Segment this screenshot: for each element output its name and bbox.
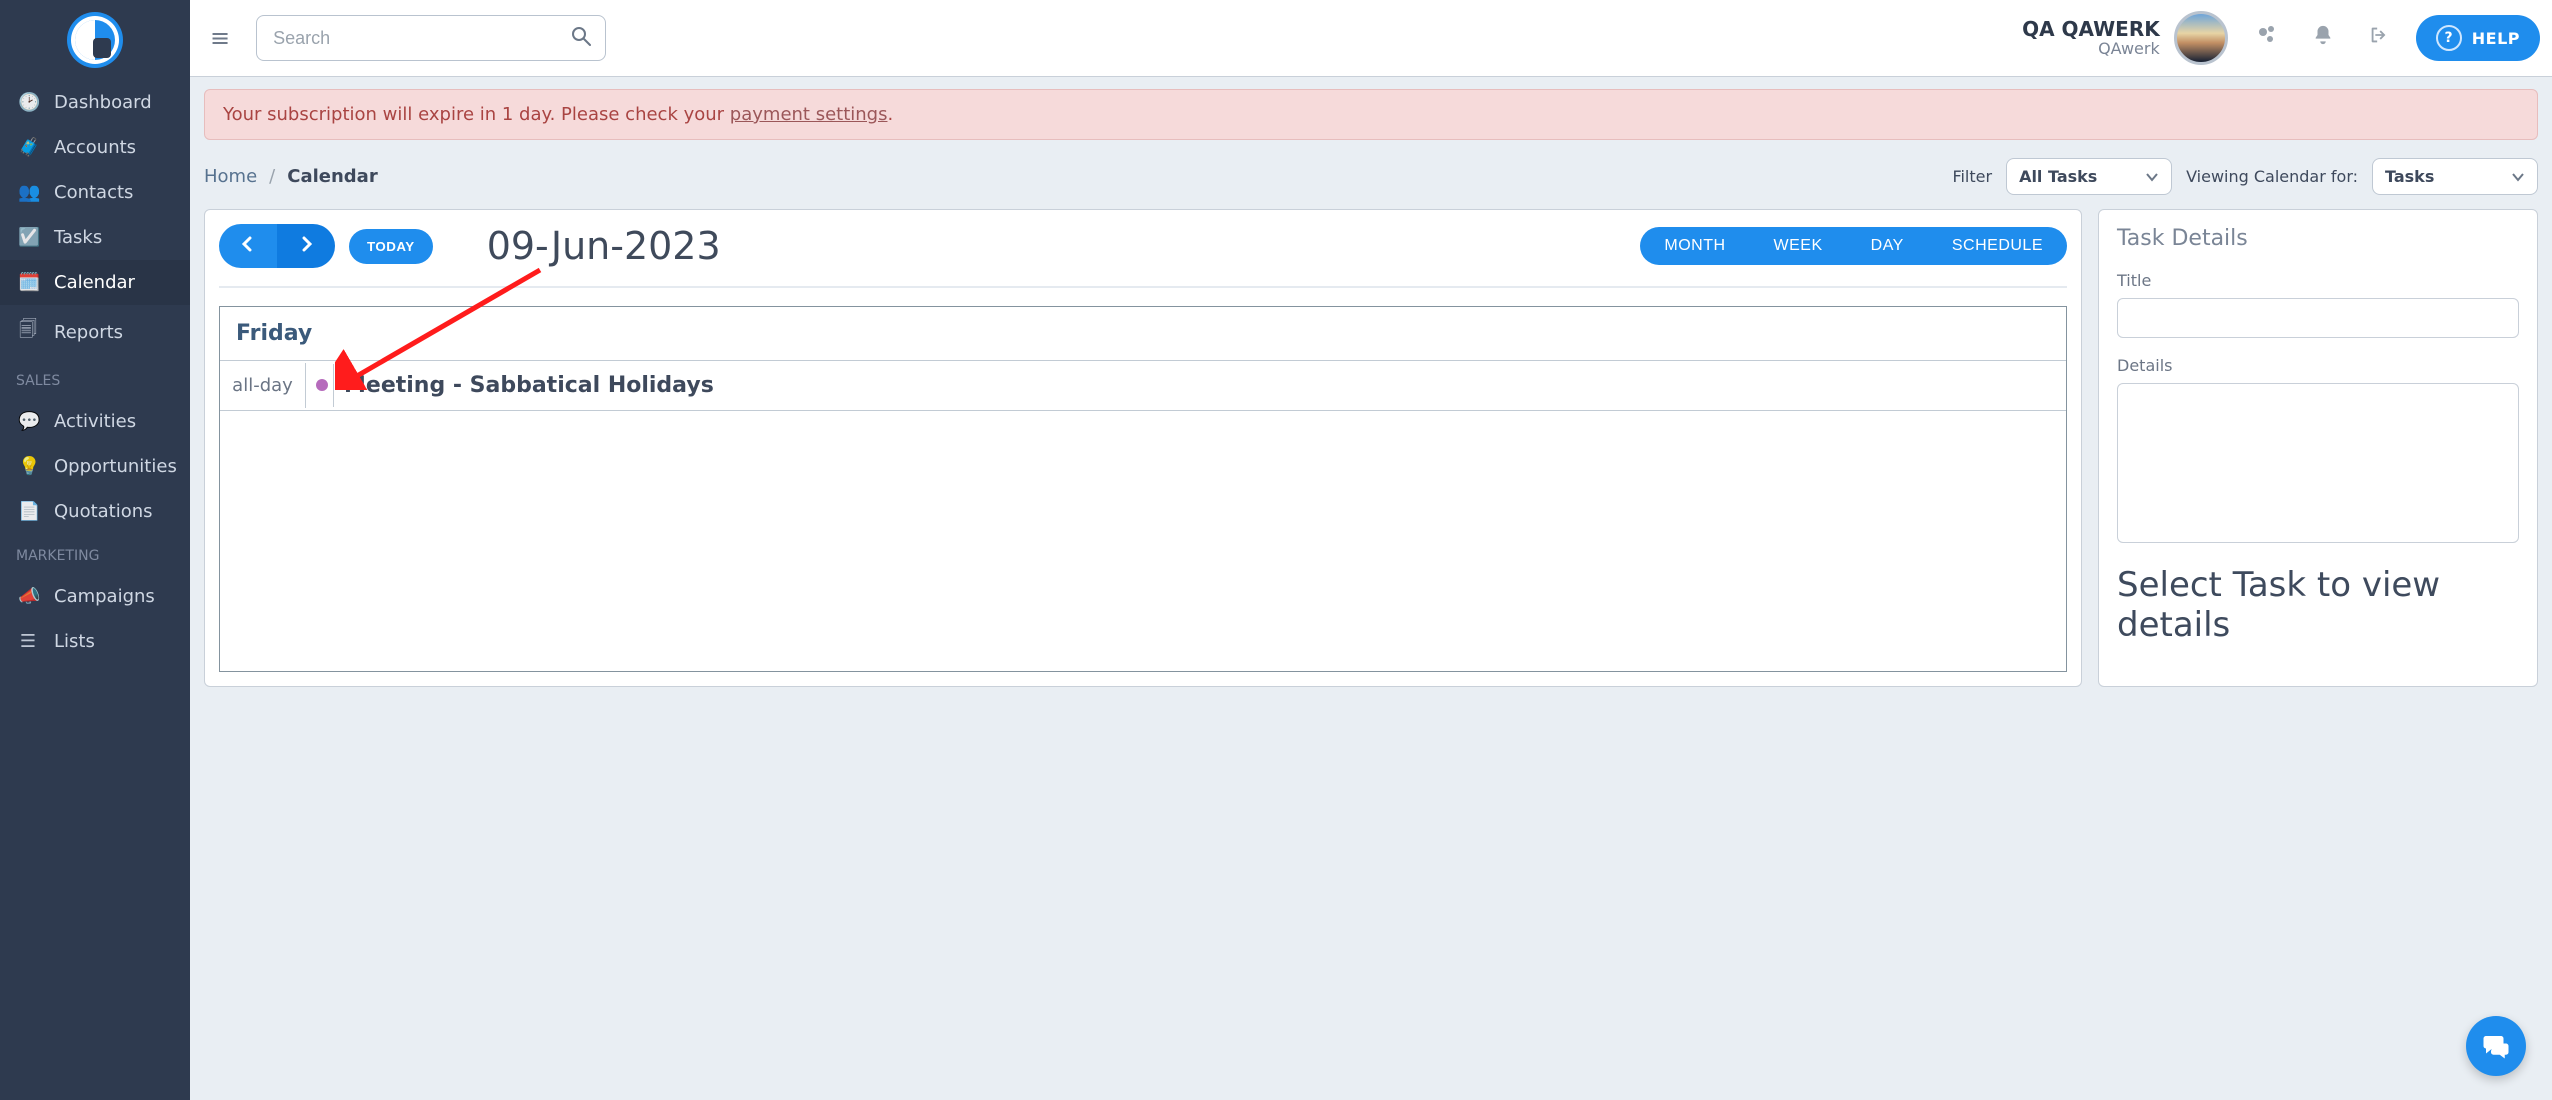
alert-suffix: . <box>887 104 893 125</box>
details-placeholder: Select Task to view details <box>2117 565 2519 645</box>
sidebar-item-contacts[interactable]: 👥Contacts <box>0 170 190 215</box>
filter-label: Filter <box>1952 167 1992 186</box>
bell-icon[interactable] <box>2304 18 2342 58</box>
view-schedule[interactable]: SCHEDULE <box>1928 227 2067 265</box>
allday-label: all-day <box>220 363 306 408</box>
viewing-select[interactable]: Tasks <box>2372 158 2538 195</box>
task-details-heading: Task Details <box>2117 226 2519 251</box>
calendar-controls: TODAY 09-Jun-2023 MONTH WEEK DAY SCHEDUL… <box>219 224 2067 268</box>
settings-icon[interactable] <box>2246 17 2286 59</box>
help-button[interactable]: ? HELP <box>2416 15 2540 61</box>
sidebar-section-marketing: MARKETING <box>0 534 190 574</box>
search-box[interactable] <box>256 15 606 61</box>
chevron-right-icon <box>298 236 314 252</box>
title-label: Title <box>2117 271 2519 290</box>
breadcrumb-home[interactable]: Home <box>204 166 257 187</box>
viewing-value: Tasks <box>2385 167 2434 186</box>
view-switcher: MONTH WEEK DAY SCHEDULE <box>1640 227 2067 265</box>
sidebar-item-quotations[interactable]: 📄Quotations <box>0 489 190 534</box>
hamburger-icon[interactable]: ≡ <box>202 18 238 58</box>
chat-icon <box>2481 1031 2511 1061</box>
sidebar-nav: 🕑Dashboard 🧳Accounts 👥Contacts ☑️Tasks 🗓… <box>0 80 190 664</box>
sidebar-item-tasks[interactable]: ☑️Tasks <box>0 215 190 260</box>
task-details-panel: Task Details Title Details Select Task t… <box>2098 209 2538 687</box>
event-title[interactable]: Meeting - Sabbatical Holidays <box>334 361 2066 410</box>
filter-select[interactable]: All Tasks <box>2006 158 2172 195</box>
breadcrumb: Home / Calendar <box>204 166 378 187</box>
details-label: Details <box>2117 356 2519 375</box>
subscription-alert: Your subscription will expire in 1 day. … <box>204 89 2538 140</box>
today-button[interactable]: TODAY <box>349 229 433 264</box>
sidebar-item-reports[interactable]: 🗐Reports <box>0 305 190 359</box>
user-org: QAwerk <box>2022 40 2160 58</box>
view-week[interactable]: WEEK <box>1750 227 1847 265</box>
logout-icon[interactable] <box>2360 18 2398 58</box>
gauge-icon: 🕑 <box>18 92 38 113</box>
viewing-label: Viewing Calendar for: <box>2186 167 2358 186</box>
chat-fab[interactable] <box>2466 1016 2526 1076</box>
details-textarea[interactable] <box>2117 383 2519 543</box>
comments-icon: 💬 <box>18 411 38 432</box>
alert-link[interactable]: payment settings <box>730 104 888 125</box>
day-name: Friday <box>220 307 2066 361</box>
user-block[interactable]: QA QAWERK QAwerk <box>2022 11 2228 65</box>
list-icon: ☰ <box>18 631 38 652</box>
filters: Filter All Tasks Viewing Calendar for: T… <box>1952 158 2538 195</box>
calendar-day-grid: Friday all-day Meeting - Sabbatical Holi… <box>219 306 2067 672</box>
calendar-icon: 🗓️ <box>18 272 38 293</box>
view-month[interactable]: MONTH <box>1640 227 1749 265</box>
logo <box>0 0 190 80</box>
help-icon: ? <box>2436 25 2462 51</box>
copy-icon: 🗐 <box>18 317 38 347</box>
help-label: HELP <box>2472 29 2520 48</box>
calendar-panel: TODAY 09-Jun-2023 MONTH WEEK DAY SCHEDUL… <box>204 209 2082 687</box>
prev-button[interactable] <box>219 224 277 268</box>
event-dot-cell <box>306 364 334 407</box>
sidebar-item-opportunities[interactable]: 💡Opportunities <box>0 444 190 489</box>
divider <box>219 286 2067 288</box>
chevron-down-icon <box>2145 170 2159 184</box>
sidebar-item-lists[interactable]: ☰Lists <box>0 619 190 664</box>
lightbulb-icon: 💡 <box>18 456 38 477</box>
next-button[interactable] <box>277 224 335 268</box>
file-icon: 📄 <box>18 501 38 522</box>
date-nav <box>219 224 335 268</box>
sidebar-item-accounts[interactable]: 🧳Accounts <box>0 125 190 170</box>
chevron-left-icon <box>240 236 256 252</box>
alert-prefix: Your subscription will expire in 1 day. … <box>223 104 730 125</box>
sidebar-item-campaigns[interactable]: 📣Campaigns <box>0 574 190 619</box>
breadcrumb-sep: / <box>269 166 275 187</box>
event-color-dot-icon <box>316 379 328 391</box>
calendar-body[interactable] <box>220 411 2066 671</box>
check-square-icon: ☑️ <box>18 227 38 248</box>
title-input[interactable] <box>2117 298 2519 338</box>
user-name: QA QAWERK <box>2022 18 2160 40</box>
search-icon[interactable] <box>571 26 591 50</box>
sidebar-section-sales: SALES <box>0 359 190 399</box>
app-logo-icon <box>64 9 126 71</box>
content: Your subscription will expire in 1 day. … <box>190 77 2552 707</box>
search-input[interactable] <box>271 27 571 50</box>
sidebar-item-dashboard[interactable]: 🕑Dashboard <box>0 80 190 125</box>
chevron-down-icon <box>2511 170 2525 184</box>
users-icon: 👥 <box>18 182 38 203</box>
view-day[interactable]: DAY <box>1847 227 1928 265</box>
filter-value: All Tasks <box>2019 167 2097 186</box>
topbar: ≡ QA QAWERK QAwerk <box>190 0 2552 77</box>
date-label: 09-Jun-2023 <box>487 224 721 268</box>
sidebar: 🕑Dashboard 🧳Accounts 👥Contacts ☑️Tasks 🗓… <box>0 0 190 1100</box>
sidebar-item-activities[interactable]: 💬Activities <box>0 399 190 444</box>
sidebar-item-calendar[interactable]: 🗓️Calendar <box>0 260 190 305</box>
breadcrumb-current: Calendar <box>287 166 377 187</box>
bullhorn-icon: 📣 <box>18 586 38 607</box>
briefcase-icon: 🧳 <box>18 137 38 158</box>
avatar[interactable] <box>2174 11 2228 65</box>
